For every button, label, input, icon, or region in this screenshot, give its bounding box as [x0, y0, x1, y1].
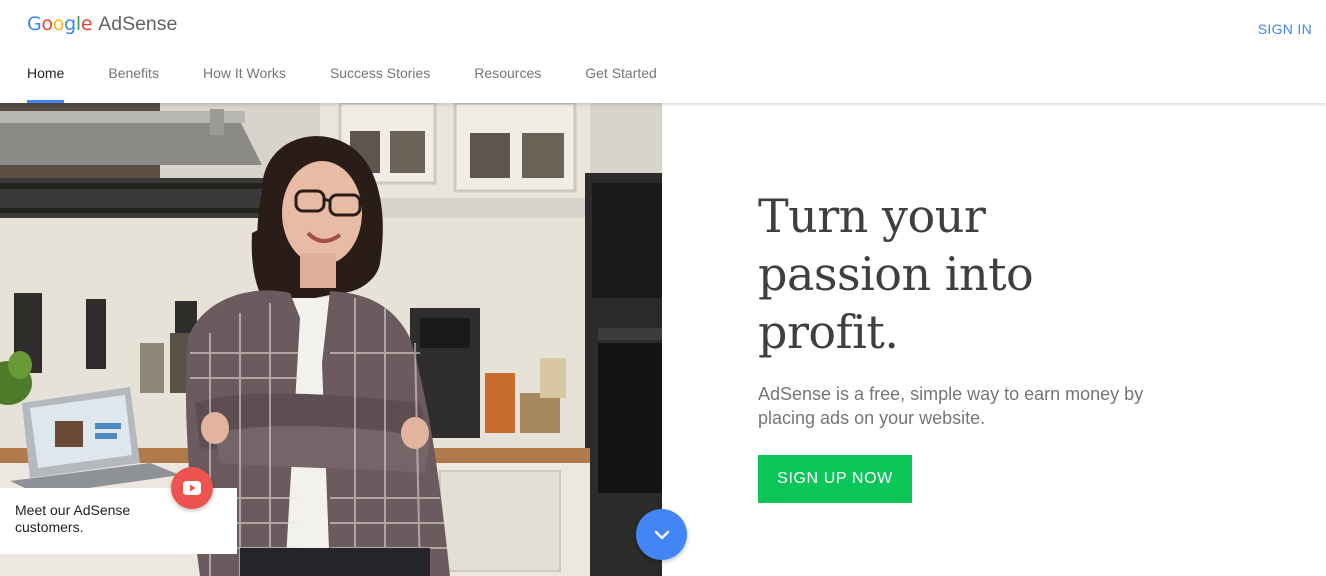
sign-up-now-button[interactable]: SIGN UP NOW	[758, 455, 912, 503]
video-caption: Meet our AdSense customers.	[15, 502, 131, 535]
hero-subtext: AdSense is a free, simple way to earn mo…	[758, 384, 1144, 428]
sign-in-link[interactable]: SIGN IN	[1258, 21, 1312, 37]
chevron-down-icon	[654, 530, 669, 539]
google-adsense-logo[interactable]: Google AdSense	[27, 13, 177, 39]
nav-item-get-started[interactable]: Get Started	[585, 59, 657, 103]
main-nav: Home Benefits How It Works Success Stori…	[27, 59, 701, 103]
youtube-play-icon	[183, 481, 201, 495]
nav-item-home[interactable]: Home	[27, 59, 65, 103]
play-video-button[interactable]	[171, 467, 213, 509]
google-wordmark: Google	[27, 13, 93, 35]
nav-item-resources[interactable]: Resources	[474, 59, 541, 103]
hero-section: Meet our AdSense customers. Turn your pa…	[0, 103, 1326, 576]
hero-headline: Turn your passion into profit.	[758, 189, 1034, 359]
nav-item-how-it-works[interactable]: How It Works	[203, 59, 286, 103]
product-name: AdSense	[98, 13, 178, 35]
nav-item-benefits[interactable]: Benefits	[108, 59, 159, 103]
scroll-down-button[interactable]	[636, 509, 687, 560]
nav-item-success-stories[interactable]: Success Stories	[330, 59, 430, 103]
site-header: Google AdSense SIGN IN Home Benefits How…	[0, 0, 1326, 103]
